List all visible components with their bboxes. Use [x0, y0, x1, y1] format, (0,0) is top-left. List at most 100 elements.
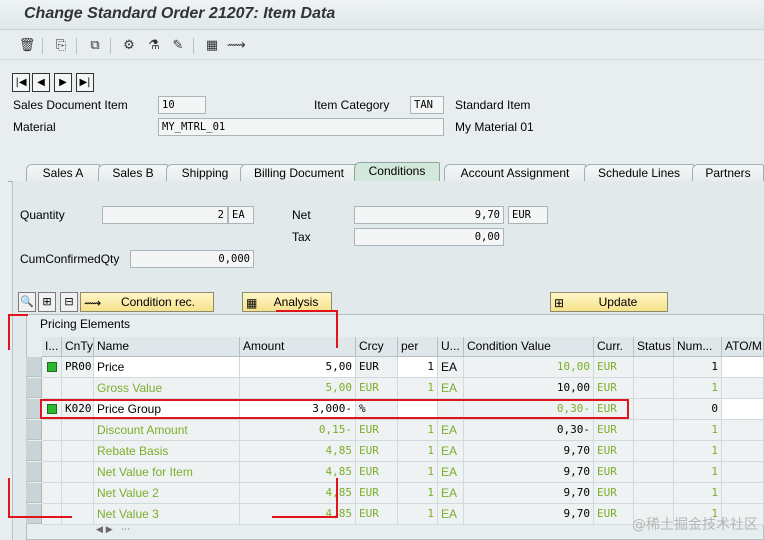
cell-num[interactable]: 1 — [674, 420, 722, 441]
table-row[interactable]: PR00 Price 5,00 EUR 1 EA 10,00 EUR 1 — [26, 357, 764, 378]
cell-ato[interactable] — [722, 483, 764, 504]
cell-value[interactable]: 10,00 — [464, 378, 594, 399]
cell-crcy[interactable]: EUR — [356, 504, 398, 525]
cell-uom[interactable]: EA — [438, 504, 464, 525]
cell-name[interactable]: Gross Value — [94, 378, 240, 399]
cell-amount[interactable]: 5,00 — [240, 378, 356, 399]
cell-uom[interactable]: EA — [438, 357, 464, 378]
cell-type[interactable] — [62, 504, 94, 525]
insert-row-icon[interactable]: ⊞ — [38, 292, 56, 312]
tab-schedule-lines[interactable]: Schedule Lines — [584, 164, 694, 182]
col-header-condition-value[interactable]: Condition Value — [464, 337, 594, 357]
cell-status[interactable] — [634, 441, 674, 462]
col-header-amount[interactable]: Amount — [240, 337, 356, 357]
cell-num[interactable]: 1 — [674, 357, 722, 378]
row-selector[interactable] — [26, 420, 42, 440]
cell-num[interactable]: 0 — [674, 399, 722, 420]
tab-billing-document[interactable]: Billing Document — [240, 164, 358, 182]
col-header-per[interactable]: per — [398, 337, 438, 357]
display-doc-icon[interactable]: ⧉ — [86, 37, 104, 54]
table-row[interactable]: Net Value for Item 4,85 EUR 1 EA 9,70 EUR 1 — [26, 462, 764, 483]
cell-ato[interactable] — [722, 399, 764, 420]
cell-value[interactable]: 10,00 — [464, 357, 594, 378]
col-header-cnty[interactable]: CnTy — [62, 337, 94, 357]
cell-ato[interactable] — [722, 441, 764, 462]
last-item-button[interactable]: ▶| — [76, 73, 94, 92]
delete-row-icon[interactable]: ⊟ — [60, 292, 78, 312]
col-header-curr[interactable]: Curr. — [594, 337, 634, 357]
analysis-button[interactable]: ▦ Analysis — [242, 292, 332, 312]
quantity-unit-field[interactable]: EA — [228, 206, 254, 224]
cell-amount[interactable]: 4,85 — [240, 462, 356, 483]
cell-amount[interactable]: 4,85 — [240, 483, 356, 504]
cell-status[interactable] — [634, 420, 674, 441]
cell-ato[interactable] — [722, 357, 764, 378]
cell-curr[interactable]: EUR — [594, 441, 634, 462]
cell-num[interactable]: 1 — [674, 378, 722, 399]
cell-amount[interactable]: 4,85 — [240, 504, 356, 525]
cell-status[interactable] — [634, 462, 674, 483]
cell-status[interactable] — [634, 378, 674, 399]
cell-per[interactable]: 1 — [398, 441, 438, 462]
cell-ato[interactable] — [722, 378, 764, 399]
cell-curr[interactable]: EUR — [594, 504, 634, 525]
col-header-crcy[interactable]: Crcy — [356, 337, 398, 357]
copy-doc-icon[interactable]: ⎘ — [52, 37, 70, 54]
cell-uom[interactable]: EA — [438, 378, 464, 399]
cell-status[interactable] — [634, 357, 674, 378]
item-category-field[interactable]: TAN — [410, 96, 444, 114]
handshake-icon[interactable]: ⟿ — [227, 37, 246, 54]
row-selector[interactable] — [26, 441, 42, 461]
cell-name[interactable]: Net Value 3 — [94, 504, 240, 525]
cell-status[interactable] — [634, 483, 674, 504]
cell-per[interactable]: 1 — [398, 420, 438, 441]
cell-curr[interactable]: EUR — [594, 462, 634, 483]
col-header-name[interactable]: Name — [94, 337, 240, 357]
condition-rec-button[interactable]: ⟿ Condition rec. — [80, 292, 214, 312]
col-header-indicator[interactable]: I... — [42, 337, 62, 357]
cell-curr[interactable]: EUR — [594, 483, 634, 504]
cell-uom[interactable]: EA — [438, 483, 464, 504]
table-row[interactable]: Rebate Basis 4,85 EUR 1 EA 9,70 EUR 1 — [26, 441, 764, 462]
cell-ind[interactable] — [42, 483, 62, 504]
row-selector[interactable] — [26, 504, 42, 524]
cell-value[interactable]: 0,30- — [464, 420, 594, 441]
cell-amount[interactable]: 4,85 — [240, 441, 356, 462]
col-header-num[interactable]: Num... — [674, 337, 722, 357]
cell-type[interactable] — [62, 462, 94, 483]
table-row[interactable]: Net Value 2 4,85 EUR 1 EA 9,70 EUR 1 — [26, 483, 764, 504]
cell-amount[interactable]: 0,15- — [240, 420, 356, 441]
cell-curr[interactable]: EUR — [594, 357, 634, 378]
cell-type[interactable] — [62, 483, 94, 504]
cell-crcy[interactable]: EUR — [356, 441, 398, 462]
cell-crcy[interactable]: EUR — [356, 420, 398, 441]
tab-account-assignment[interactable]: Account Assignment — [444, 164, 586, 182]
cell-crcy[interactable]: EUR — [356, 357, 398, 378]
cell-per[interactable]: 1 — [398, 462, 438, 483]
trash-icon[interactable]: 🗑 — [18, 37, 36, 54]
cell-ind[interactable] — [42, 420, 62, 441]
cell-num[interactable]: 1 — [674, 441, 722, 462]
cell-crcy[interactable]: EUR — [356, 483, 398, 504]
cell-curr[interactable]: EUR — [594, 420, 634, 441]
net-currency-field[interactable]: EUR — [508, 206, 548, 224]
row-selector[interactable] — [26, 462, 42, 482]
cell-per[interactable]: 1 — [398, 504, 438, 525]
cell-per[interactable]: 1 — [398, 483, 438, 504]
material-field[interactable]: MY_MTRL_01 — [158, 118, 444, 136]
cell-ato[interactable] — [722, 462, 764, 483]
cell-name[interactable]: Rebate Basis — [94, 441, 240, 462]
cell-crcy[interactable]: EUR — [356, 462, 398, 483]
cell-name[interactable]: Net Value 2 — [94, 483, 240, 504]
cell-value[interactable]: 9,70 — [464, 483, 594, 504]
first-item-button[interactable]: |◀ — [12, 73, 30, 92]
cell-uom[interactable]: EA — [438, 441, 464, 462]
detail-icon[interactable]: 🔍 — [18, 292, 36, 312]
tab-sales-a[interactable]: Sales A — [26, 164, 100, 182]
calculator-icon[interactable]: ▦ — [203, 37, 221, 54]
table-row[interactable]: Discount Amount 0,15- EUR 1 EA 0,30- EUR 1 — [26, 420, 764, 441]
cell-per[interactable]: 1 — [398, 378, 438, 399]
row-selector[interactable] — [26, 483, 42, 503]
net-value-field[interactable]: 9,70 — [354, 206, 504, 224]
cell-type[interactable] — [62, 378, 94, 399]
